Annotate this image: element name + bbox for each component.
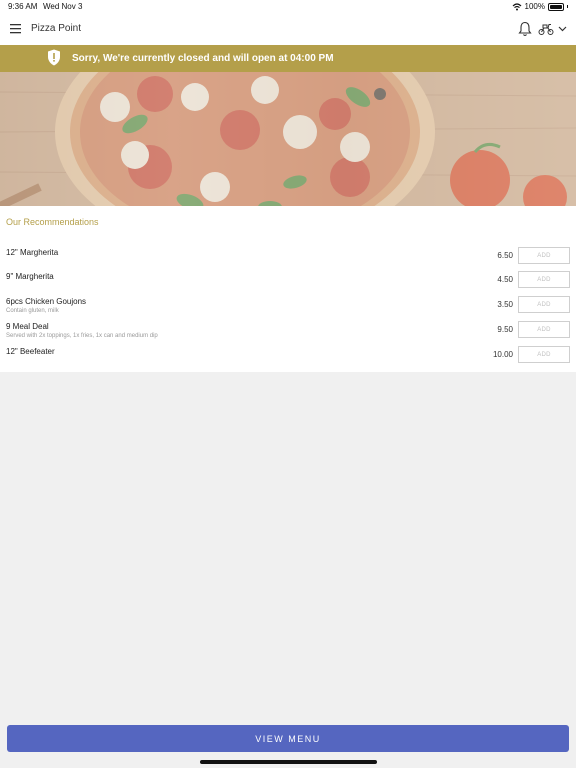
list-item: 12" Beefeater 10.00 ADD <box>0 346 576 371</box>
add-button[interactable]: ADD <box>518 346 570 363</box>
item-price: 6.50 <box>497 251 513 260</box>
battery-tip <box>567 5 568 8</box>
list-item: 9" Margherita 4.50 ADD <box>0 271 576 296</box>
status-time: 9:36 AM <box>8 2 38 11</box>
view-menu-button[interactable]: VIEW MENU <box>7 725 569 752</box>
battery-percent: 100% <box>524 2 545 11</box>
item-price: 3.50 <box>497 300 513 309</box>
chevron-down-icon[interactable] <box>558 24 567 33</box>
list-item: 6pcs Chicken Goujons Contain gluten, mil… <box>0 296 576 321</box>
home-indicator[interactable] <box>200 760 377 764</box>
closed-message: Sorry, We're currently closed and will o… <box>72 53 334 64</box>
list-item: 12" Margherita 6.50 ADD <box>0 247 576 272</box>
status-date: Wed Nov 3 <box>43 2 83 11</box>
status-right: 100% <box>512 2 568 11</box>
item-price: 4.50 <box>497 275 513 284</box>
wifi-icon <box>512 2 521 10</box>
bell-icon[interactable] <box>518 21 532 37</box>
item-name: 6pcs Chicken Goujons <box>6 297 87 306</box>
hamburger-menu-icon[interactable] <box>10 23 21 34</box>
item-name: 12" Beefeater <box>6 347 55 356</box>
hero-pizza-image <box>0 72 576 206</box>
item-name: 9" Margherita <box>6 272 54 281</box>
add-button[interactable]: ADD <box>518 296 570 313</box>
pizza-illustration <box>0 72 576 206</box>
item-name: 9 Meal Deal <box>6 322 49 331</box>
recommendations-heading: Our Recommendations <box>6 217 99 227</box>
add-button[interactable]: ADD <box>518 271 570 288</box>
item-description: Contain gluten, milk <box>6 308 59 314</box>
closed-banner: Sorry, We're currently closed and will o… <box>0 45 576 72</box>
item-price: 10.00 <box>492 350 513 359</box>
battery-icon <box>548 2 564 11</box>
delivery-scooter-icon[interactable] <box>538 22 554 36</box>
add-button[interactable]: ADD <box>518 321 570 338</box>
store-title: Pizza Point <box>31 23 82 34</box>
top-header: Pizza Point <box>0 13 576 46</box>
item-name: 12" Margherita <box>6 248 59 257</box>
add-button[interactable]: ADD <box>518 247 570 264</box>
item-price: 9.50 <box>497 325 513 334</box>
recommendations-section: Our Recommendations 12" Margherita 6.50 … <box>0 206 576 372</box>
shield-alert-icon <box>48 49 60 66</box>
status-bar: 9:36 AM Wed Nov 3 100% <box>0 0 576 13</box>
item-description: Served with 2x toppings, 1x fries, 1x ca… <box>6 333 158 339</box>
list-item: 9 Meal Deal Served with 2x toppings, 1x … <box>0 321 576 346</box>
